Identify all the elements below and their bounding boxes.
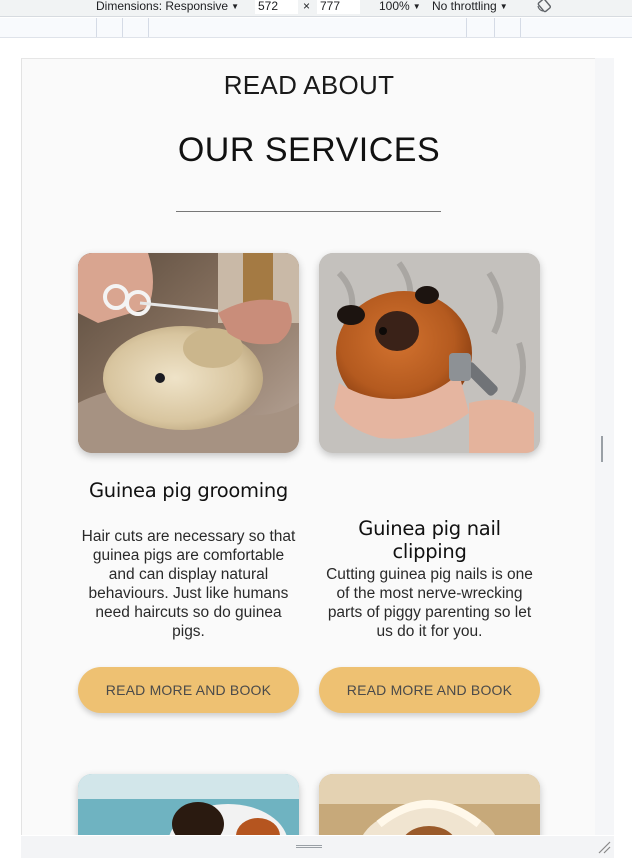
next-service-photo-left [78, 774, 299, 835]
nail-clipping-description: Cutting guinea pig nails is one of the m… [326, 566, 533, 640]
device-toolbar: Dimensions: Responsive ▼ 572 × 777 100% ▼ … [0, 0, 632, 17]
zoom-caret-icon: ▼ [412, 2, 421, 11]
zoom-dropdown[interactable]: 100% ▼ [379, 0, 421, 13]
height-input[interactable]: 777 [317, 0, 360, 14]
zoom-label: 100% [379, 0, 410, 13]
throttling-dropdown[interactable]: No throttling ▼ [432, 0, 508, 13]
nail-clipping-read-more-button[interactable]: READ MORE AND BOOK [319, 667, 540, 713]
rotate-icon[interactable] [536, 0, 552, 13]
section-title: OUR SERVICES [177, 131, 441, 169]
throttling-label: No throttling [432, 0, 497, 13]
bottom-resize-handle-icon[interactable] [296, 845, 322, 848]
grooming-title: Guinea pig grooming [88, 479, 289, 502]
guinea-pig-photo-icon [78, 774, 299, 835]
corner-resize-grip-icon[interactable] [597, 840, 611, 854]
grooming-photo [78, 253, 299, 453]
nail-clipping-title: Guinea pig nail clipping [358, 517, 501, 563]
right-resize-handle-icon[interactable] [601, 436, 603, 462]
grooming-read-more-button[interactable]: READ MORE AND BOOK [78, 667, 299, 713]
grooming-description: Hair cuts are necessary so that guinea p… [81, 528, 296, 640]
next-service-photo-right [319, 774, 540, 835]
guinea-pig-photo-icon [319, 774, 540, 835]
guinea-pig-nail-clipping-photo-icon [319, 253, 540, 453]
dimensions-label: Dimensions: Responsive [96, 0, 229, 13]
section-eyebrow: READ ABOUT [223, 70, 395, 100]
emulated-viewport: READ ABOUT OUR SERVICES Guinea pig groom… [21, 58, 595, 835]
right-resize-area[interactable] [595, 58, 614, 835]
dimensions-dropdown[interactable]: Dimensions: Responsive ▼ [96, 0, 239, 13]
guinea-pig-grooming-photo-icon [78, 253, 299, 453]
throttling-caret-icon: ▼ [499, 2, 508, 11]
dimensions-caret-icon: ▼ [231, 2, 239, 11]
title-divider [176, 211, 441, 212]
times-sign: × [303, 0, 311, 13]
nail-clipping-photo [319, 253, 540, 453]
media-query-ruler[interactable] [0, 18, 632, 38]
width-input[interactable]: 572 [255, 0, 298, 14]
